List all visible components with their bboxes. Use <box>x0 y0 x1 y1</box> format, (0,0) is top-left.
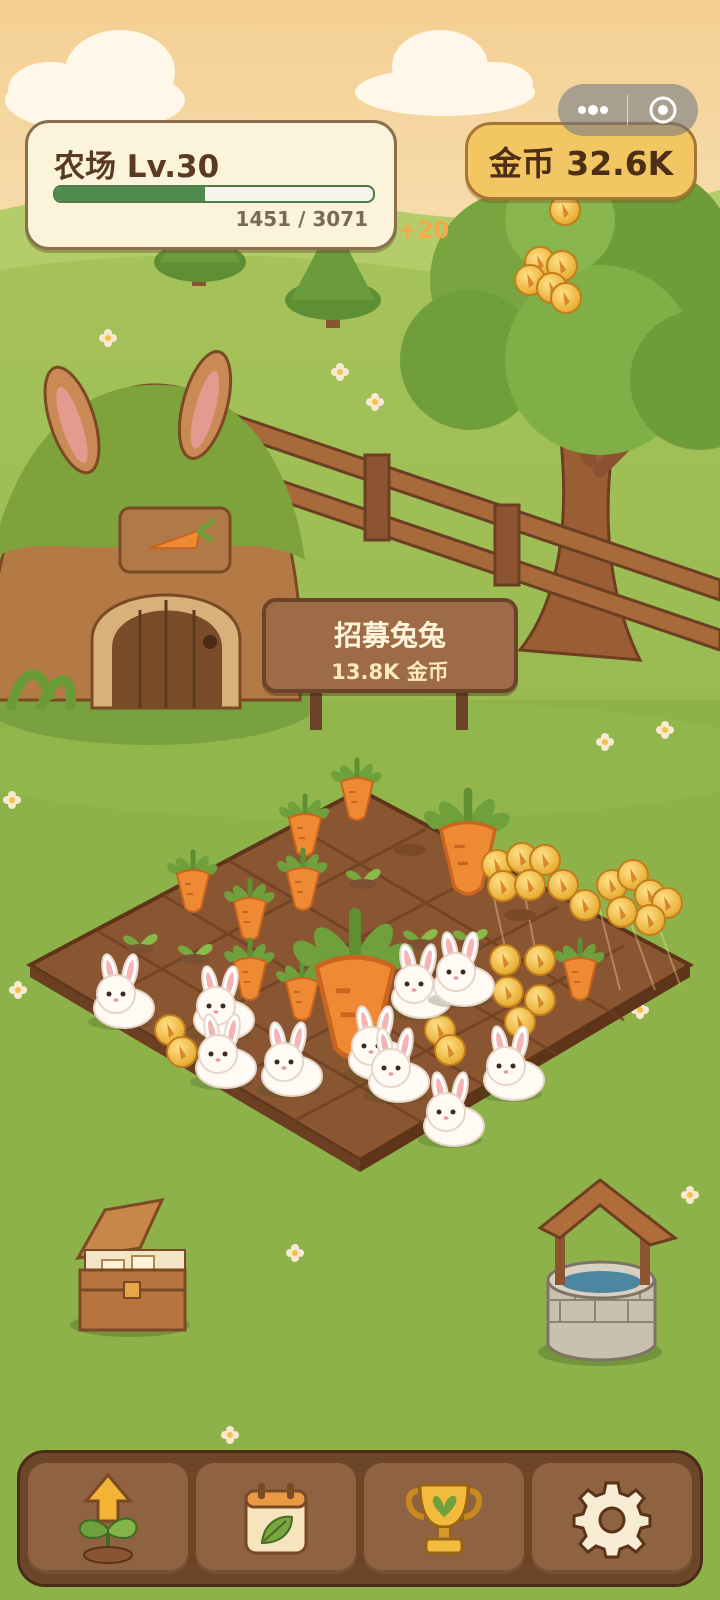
miniprogram-capsule <box>558 84 698 136</box>
close-miniprogram-button[interactable] <box>628 84 697 136</box>
coin-balance-label: 金币 32.6K <box>488 144 674 183</box>
recruit-cost: 13.8K 金币 <box>331 660 449 684</box>
gear-icon <box>572 1481 652 1558</box>
upgrade-sprout-icon <box>78 1472 138 1564</box>
xp-progress-fill <box>55 187 206 201</box>
upgrade-sprout-button[interactable] <box>28 1463 188 1574</box>
calendar-button[interactable] <box>196 1463 356 1574</box>
calendar-leaf-icon <box>244 1482 308 1554</box>
farm-level-card[interactable]: 农场 Lv.30 1451 / 3071 <box>25 120 397 250</box>
bottom-action-bar <box>17 1450 703 1587</box>
more-button[interactable] <box>558 84 627 136</box>
trophy-button[interactable] <box>364 1463 524 1574</box>
xp-progress-bar <box>53 185 375 203</box>
xp-progress-text: 1451 / 3071 <box>235 207 368 231</box>
floating-gain-text: +20 <box>398 218 450 244</box>
recruit-title: 招募兔兔 <box>333 619 446 652</box>
recruit-bunny-sign[interactable]: 招募兔兔 13.8K 金币 <box>262 598 518 693</box>
target-circle-icon <box>649 96 676 124</box>
farm-level-label: 农场 Lv.30 <box>54 149 220 185</box>
settings-button[interactable] <box>532 1463 692 1574</box>
trophy-icon <box>406 1483 482 1554</box>
more-dots-icon <box>577 105 608 115</box>
